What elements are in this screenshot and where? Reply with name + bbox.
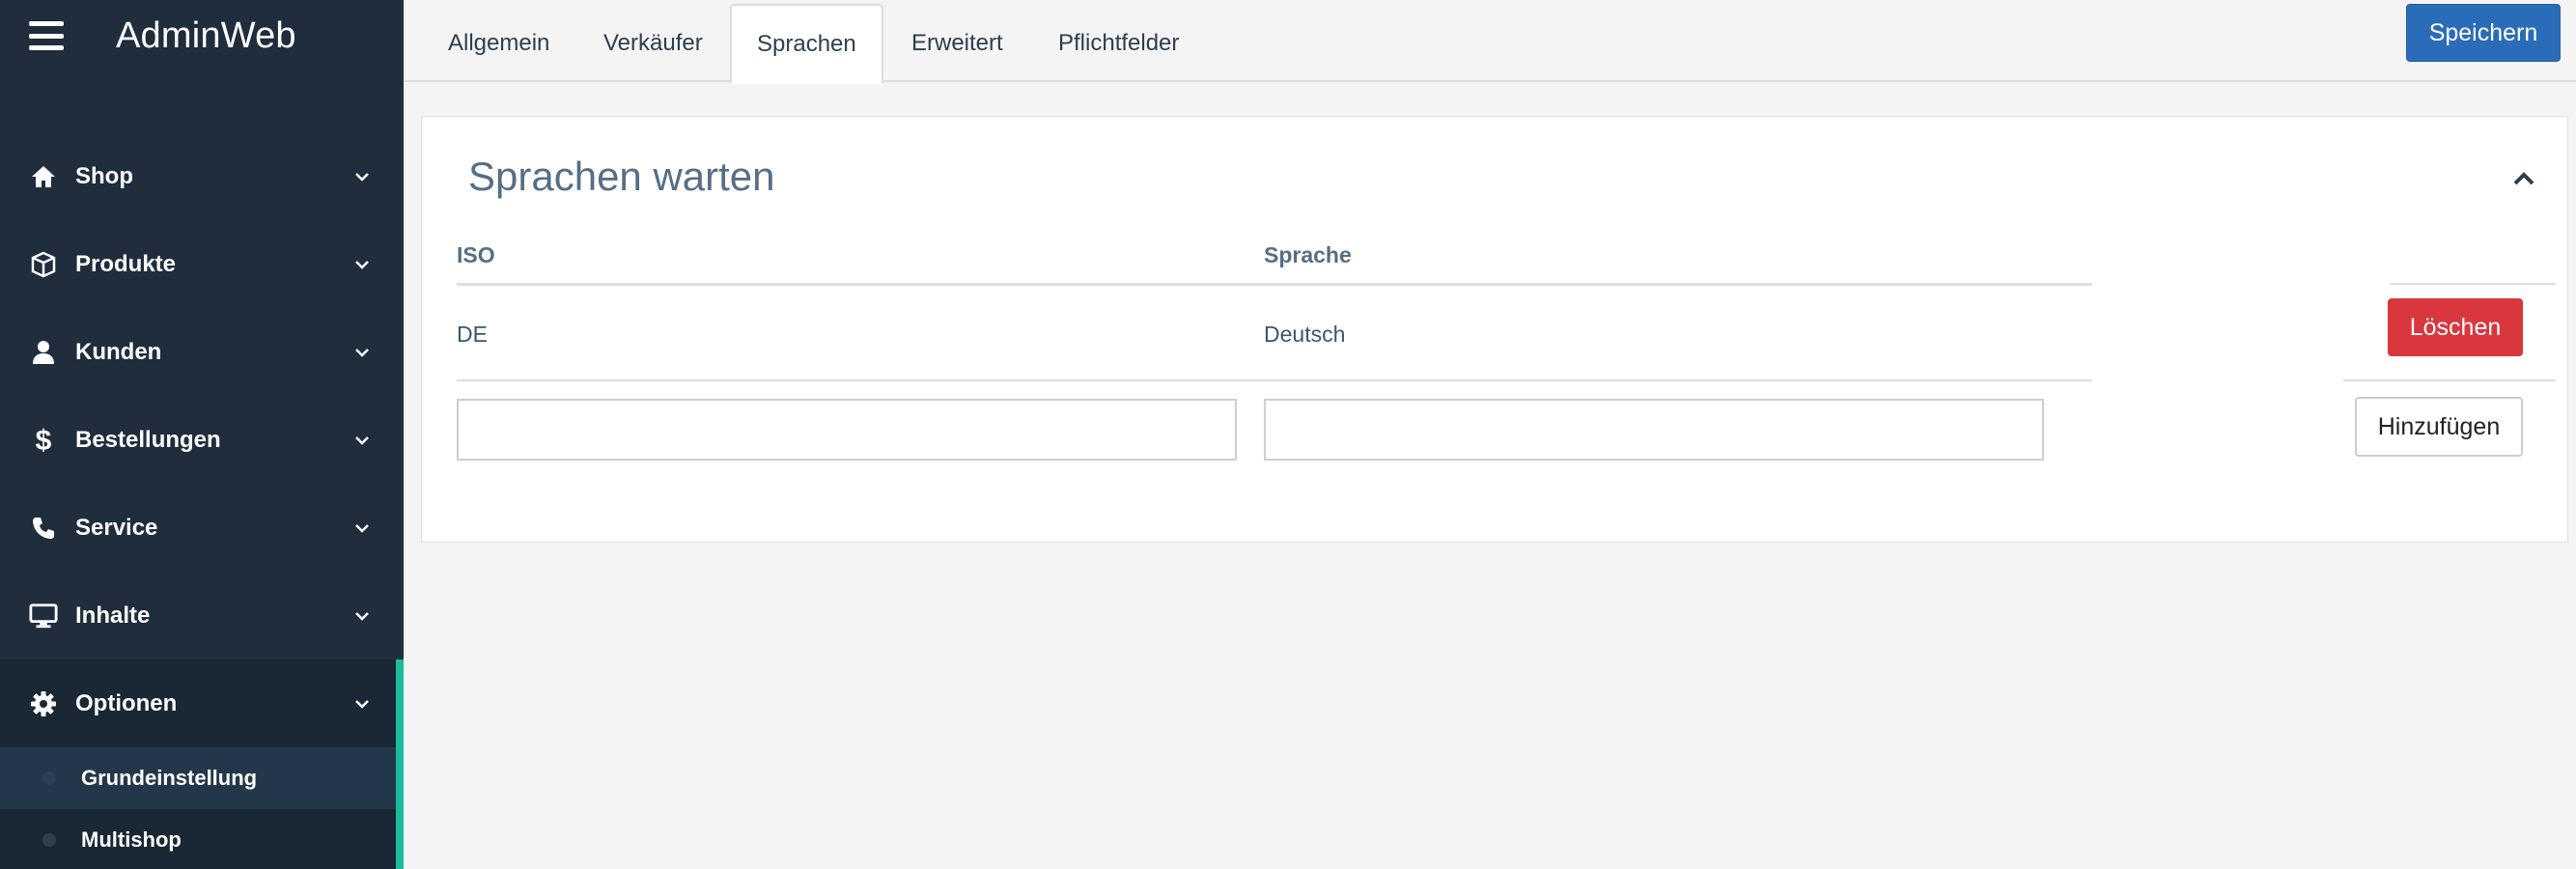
chevron-down-icon [355,611,369,621]
sidebar-item-bestellungen[interactable]: $ Bestellungen [0,396,404,484]
sidebar-subitem-multishop[interactable]: Multishop [0,809,396,869]
main-content: Allgemein Verkäufer Sprachen Erweitert P… [404,0,2576,869]
home-icon [29,162,58,191]
chevron-up-icon[interactable] [2507,163,2540,196]
box-icon [29,250,58,279]
brand-title[interactable]: AdminWeb [116,15,296,57]
sidebar-item-label: Inhalte [75,602,151,629]
sidebar-item-optionen[interactable]: Optionen [0,659,404,747]
tab-allgemein[interactable]: Allgemein [423,4,574,82]
column-header-iso: ISO [457,242,495,267]
sidebar-subitem-grundeinstellung[interactable]: Grundeinstellung [0,747,396,809]
new-iso-input[interactable] [457,399,1237,461]
column-header-sprache: Sprache [1264,242,1352,267]
panel-title: Sprachen warten [468,154,775,199]
sidebar: AdminWeb Shop Produkte Kunden $ Bestellu… [0,0,404,869]
sidebar-item-label: Service [75,514,158,541]
tab-pflichtfelder[interactable]: Pflichtfelder [1033,4,1204,82]
tab-verkaeufer[interactable]: Verkäufer [578,4,728,82]
svg-text:$: $ [36,425,52,456]
row-divider [457,379,2092,381]
chevron-down-icon [355,260,369,269]
sidebar-item-produkte[interactable]: Produkte [0,220,404,308]
hamburger-menu-icon[interactable] [29,21,64,50]
header-divider [457,283,2092,286]
tab-bar: Allgemein Verkäufer Sprachen Erweitert P… [404,0,2576,84]
chevron-down-icon [355,172,369,182]
sidebar-item-kunden[interactable]: Kunden [0,308,404,396]
optionen-submenu: Grundeinstellung Multishop [0,747,404,869]
sidebar-item-label: Kunden [75,338,162,365]
tab-erweitert[interactable]: Erweitert [886,4,1028,82]
header-divider [2390,283,2556,285]
sidebar-item-inhalte[interactable]: Inhalte [0,572,404,659]
delete-button[interactable]: Löschen [2388,298,2523,356]
sidebar-item-label: Optionen [75,689,178,716]
sidebar-item-label: Shop [75,162,133,189]
cell-sprache: Deutsch [1264,322,1346,347]
dollar-icon: $ [29,425,58,456]
monitor-icon [29,602,58,631]
chevron-down-icon [355,699,369,709]
sidebar-subitem-label: Grundeinstellung [81,766,258,790]
chevron-down-icon [355,348,369,357]
bullet-icon [42,771,56,785]
save-button[interactable]: Speichern [2406,4,2561,62]
add-button[interactable]: Hinzufügen [2355,397,2523,457]
sidebar-header: AdminWeb [0,0,404,71]
sidebar-item-shop[interactable]: Shop [0,132,404,220]
chevron-down-icon [355,435,369,445]
sidebar-item-label: Bestellungen [75,426,221,453]
phone-icon [29,514,58,543]
sidebar-subitem-label: Multishop [81,827,182,852]
cell-iso: DE [457,322,488,347]
sidebar-item-label: Produkte [75,250,177,277]
chevron-down-icon [355,523,369,533]
sidebar-item-service[interactable]: Service [0,484,404,572]
new-sprache-input[interactable] [1264,399,2044,461]
user-icon [29,338,58,367]
bullet-icon [42,833,56,847]
gear-icon [29,689,58,718]
sidebar-menu: Shop Produkte Kunden $ Bestellungen Serv… [0,132,404,869]
row-divider [2343,379,2556,381]
languages-panel: Sprachen warten ISO Sprache DE Deutsch L… [421,116,2568,543]
tab-sprachen[interactable]: Sprachen [730,4,883,84]
